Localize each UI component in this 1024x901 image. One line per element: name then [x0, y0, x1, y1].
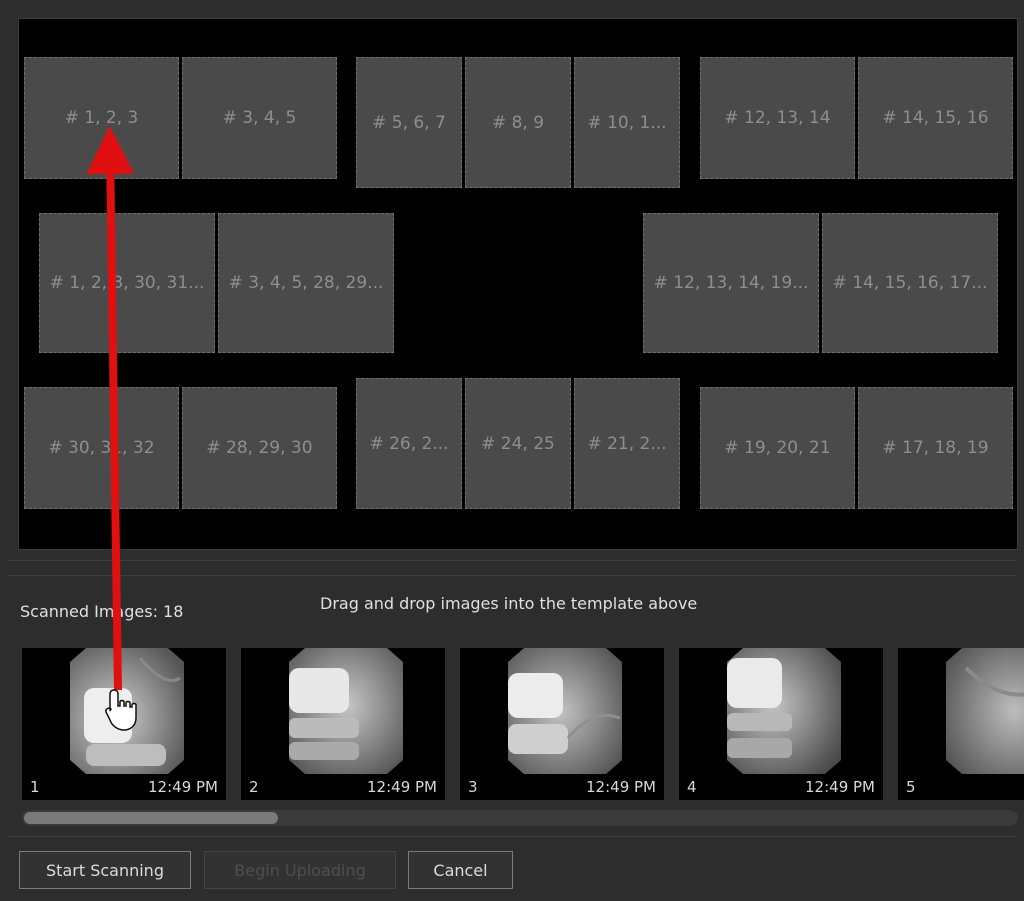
thumbnail-time: 12:49 PM [148, 778, 218, 796]
template-slot-15[interactable]: # 24, 25 [465, 378, 571, 509]
slot-label: # 3, 4, 5 [222, 108, 297, 128]
template-slot-6[interactable]: # 12, 13, 14 [700, 57, 855, 179]
slot-label: # 1, 2, 3 [64, 108, 139, 128]
scanned-images-count: Scanned Images: 18 [20, 602, 184, 621]
template-slot-11[interactable]: # 14, 15, 16, 17... [822, 213, 998, 353]
slot-label: # 1, 2, 3, 30, 31... [49, 273, 205, 293]
start-scanning-button[interactable]: Start Scanning [19, 851, 191, 889]
divider [8, 560, 1016, 561]
thumbnail-number: 3 [468, 778, 478, 796]
template-slot-2[interactable]: # 3, 4, 5 [182, 57, 337, 179]
template-slot-3[interactable]: # 5, 6, 7 [356, 57, 462, 188]
slot-label: # 21, 2... [587, 433, 667, 454]
slot-label: # 26, 2... [369, 433, 449, 454]
template-slot-5[interactable]: # 10, 1... [574, 57, 680, 188]
template-slot-10[interactable]: # 12, 13, 14, 19... [643, 213, 819, 353]
slot-label: # 3, 4, 5, 28, 29... [228, 273, 384, 293]
template-slot-18[interactable]: # 17, 18, 19 [858, 387, 1013, 509]
drag-drop-instruction: Drag and drop images into the template a… [320, 594, 698, 613]
scan-import-window: # 1, 2, 3 # 3, 4, 5 # 5, 6, 7 # 8, 9 # 1… [0, 0, 1024, 901]
scanned-thumbnail-4[interactable]: 4 12:49 PM [679, 648, 883, 800]
template-slot-4[interactable]: # 8, 9 [465, 57, 571, 188]
thumbnail-number: 4 [687, 778, 697, 796]
scanned-thumbnail-1[interactable]: 1 12:49 PM [22, 648, 226, 800]
slot-label: # 12, 13, 14, 19... [653, 273, 809, 293]
divider [8, 836, 1016, 837]
scrollbar-thumb[interactable] [24, 812, 278, 824]
slot-label: # 24, 25 [481, 433, 555, 454]
template-slot-7[interactable]: # 14, 15, 16 [858, 57, 1013, 179]
thumbnail-time: 12:49 PM [586, 778, 656, 796]
thumbnail-time: 12:49 PM [367, 778, 437, 796]
slot-label: # 14, 15, 16, 17... [832, 273, 988, 293]
template-slot-1[interactable]: # 1, 2, 3 [24, 57, 179, 179]
template-slot-12[interactable]: # 30, 31, 32 [24, 387, 179, 509]
thumbnail-number: 5 [906, 778, 916, 796]
thumbnail-scrollbar[interactable] [22, 810, 1018, 826]
slot-label: # 17, 18, 19 [882, 438, 989, 458]
thumbnail-number: 1 [30, 778, 40, 796]
begin-uploading-button[interactable]: Begin Uploading [204, 851, 396, 889]
xray-image [70, 648, 184, 774]
xray-image [508, 648, 622, 774]
slot-label: # 12, 13, 14 [724, 108, 831, 128]
template-slot-17[interactable]: # 19, 20, 21 [700, 387, 855, 509]
scanned-thumbnail-2[interactable]: 2 12:49 PM [241, 648, 445, 800]
template-slot-9[interactable]: # 3, 4, 5, 28, 29... [218, 213, 394, 353]
xray-image [727, 648, 841, 774]
slot-label: # 8, 9 [491, 112, 545, 133]
slot-label: # 5, 6, 7 [372, 112, 446, 133]
fmx-template: # 1, 2, 3 # 3, 4, 5 # 5, 6, 7 # 8, 9 # 1… [18, 18, 1018, 550]
slot-label: # 14, 15, 16 [882, 108, 989, 128]
slot-label: # 28, 29, 30 [206, 438, 313, 458]
xray-image [946, 648, 1024, 774]
cancel-button[interactable]: Cancel [408, 851, 513, 889]
slot-label: # 19, 20, 21 [724, 438, 831, 458]
thumbnail-number: 2 [249, 778, 259, 796]
thumbnail-time: 12:49 PM [805, 778, 875, 796]
slot-label: # 10, 1... [587, 112, 667, 133]
xray-image [289, 648, 403, 774]
template-slot-16[interactable]: # 21, 2... [574, 378, 680, 509]
template-slot-8[interactable]: # 1, 2, 3, 30, 31... [39, 213, 215, 353]
slot-label: # 30, 31, 32 [48, 438, 155, 458]
scanned-thumbnail-5[interactable]: 5 [898, 648, 1024, 800]
template-slot-13[interactable]: # 28, 29, 30 [182, 387, 337, 509]
template-slot-14[interactable]: # 26, 2... [356, 378, 462, 509]
scanned-thumbnail-3[interactable]: 3 12:49 PM [460, 648, 664, 800]
divider [8, 575, 1016, 576]
